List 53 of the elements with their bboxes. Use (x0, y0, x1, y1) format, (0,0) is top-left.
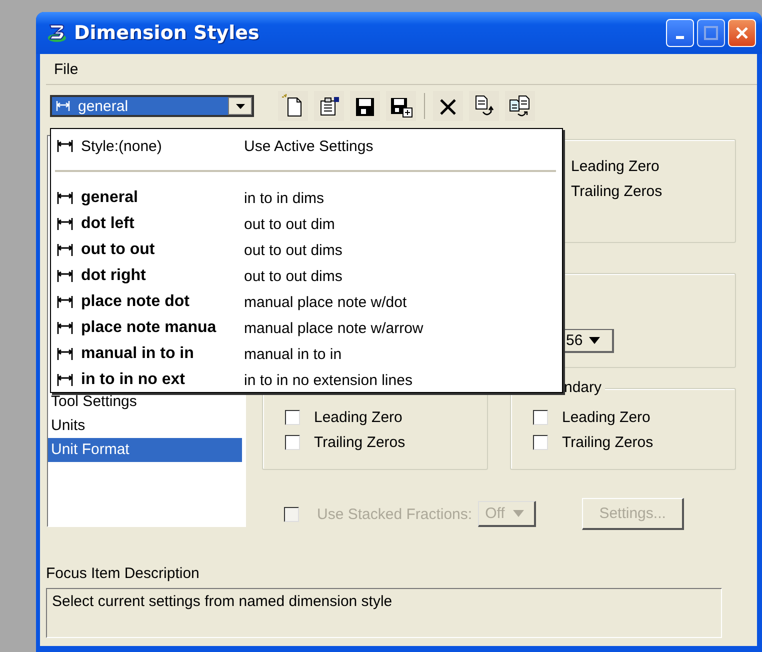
category-item[interactable]: Tool Settings (48, 390, 245, 414)
copy-documents-icon[interactable] (505, 91, 535, 121)
checkbox-label: Leading Zero (314, 409, 402, 426)
option-label: Leading Zero (571, 158, 660, 175)
minimize-button[interactable] (666, 19, 694, 47)
category-item[interactable]: Units (48, 414, 245, 438)
style-option[interactable]: dot right out to out dims (51, 263, 562, 289)
style-option[interactable]: manual in to in manual in to in (51, 341, 562, 367)
maximize-button[interactable] (697, 19, 725, 47)
dimension-icon (57, 270, 73, 282)
close-button[interactable] (728, 19, 756, 47)
save-icon[interactable] (350, 91, 380, 121)
dimension-icon (57, 192, 73, 204)
checkbox[interactable] (533, 410, 548, 425)
dimension-icon (57, 140, 73, 152)
style-option[interactable]: in to in no ext in to in no extension lines (51, 367, 562, 393)
category-item[interactable]: Unit Format (48, 438, 242, 462)
description-text: Select current settings from named dimension style (52, 593, 392, 610)
app-logo-icon (46, 22, 68, 44)
dimension-icon (56, 101, 70, 111)
menu-item[interactable]: File (46, 60, 86, 78)
minimize-icon (676, 36, 684, 38)
checkbox[interactable] (533, 435, 548, 450)
option-label: Trailing Zeros (571, 183, 664, 200)
delete-icon[interactable] (433, 91, 463, 121)
checkbox[interactable] (285, 435, 300, 450)
window-title: Dimension Styles (74, 22, 260, 44)
dimension-icon (57, 348, 73, 360)
style-option[interactable]: Style:(none) Use Active Settings (51, 133, 562, 159)
maximize-icon (704, 26, 718, 40)
checkbox-label: Trailing Zeros (314, 434, 406, 451)
style-option[interactable]: out to out out to out dims (51, 237, 562, 263)
dimension-icon (57, 322, 73, 334)
checkbox-label: Use Stacked Fractions: (317, 506, 472, 522)
dimension-icon (57, 244, 73, 256)
dimension-icon (57, 296, 73, 308)
checkbox-label: Leading Zero (562, 409, 650, 426)
style-option[interactable]: dot left out to out dim (51, 211, 562, 237)
section-label: Focus Item Description (46, 565, 200, 582)
save-as-icon[interactable] (386, 91, 416, 121)
close-icon (735, 26, 749, 40)
style-dropdown[interactable]: general (50, 95, 254, 117)
style-option[interactable]: place note dot manual place note w/dot (51, 289, 562, 315)
dimension-icon (57, 218, 73, 230)
style-option[interactable]: general in to in dims (51, 185, 562, 211)
properties-icon[interactable] (314, 91, 344, 121)
style-option[interactable]: place note manua manual place note w/arrow (51, 315, 562, 341)
dimension-icon (57, 374, 73, 386)
checkbox[interactable] (285, 410, 300, 425)
dropdown-arrow-icon (588, 337, 600, 344)
checkbox-label: Trailing Zeros (562, 434, 654, 451)
new-document-icon[interactable] (278, 91, 308, 121)
dropdown-arrow-icon (512, 510, 524, 517)
